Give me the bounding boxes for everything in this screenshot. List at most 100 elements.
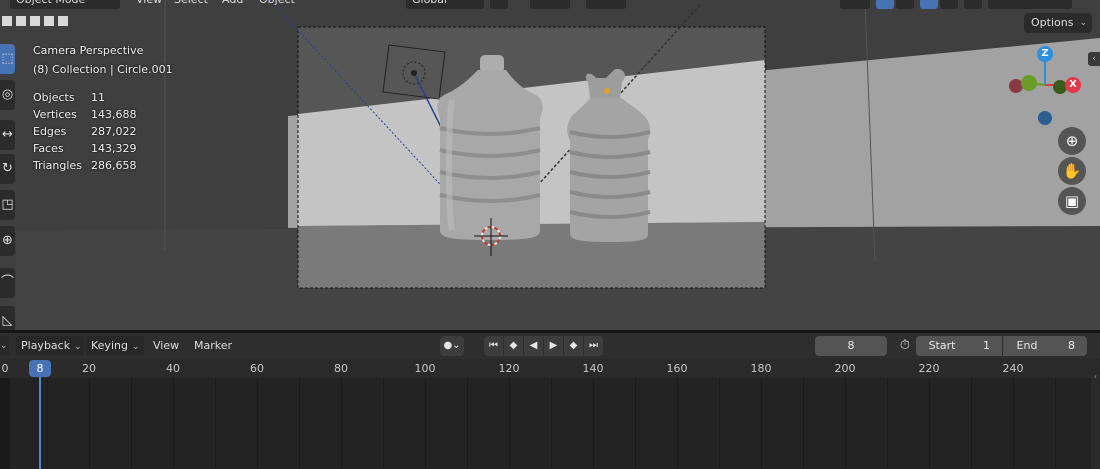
scale-icon[interactable]: ◳ (0, 190, 15, 220)
scene-statistics: Objects 11 Vertices 143,688 Edges 287,02… (33, 91, 173, 181)
timeline-gridline (929, 378, 930, 469)
stat-value: 287,022 (91, 125, 137, 138)
timeline-gridline (383, 378, 384, 469)
stat-name: Objects (33, 91, 75, 104)
cursor-icon[interactable]: ◎ (0, 80, 15, 110)
pivot-icon[interactable] (490, 0, 508, 9)
select-mode-new-icon[interactable] (2, 16, 12, 26)
shading-modes[interactable] (988, 0, 1072, 9)
menu-view[interactable]: View (148, 336, 184, 356)
xray-icon[interactable] (964, 0, 982, 9)
annotate-icon[interactable]: ⌒ (0, 268, 15, 298)
timeline-gridline (131, 378, 132, 469)
ruler-tick-label: 20 (82, 362, 96, 375)
end-frame-field[interactable]: End 8 (1003, 336, 1087, 356)
menu-playback-label: Playback (21, 339, 71, 352)
timeline-header: ⌄ Playback ⌄ Keying ⌄ View Marker ●⌄ ⏮ ◆ ◀… (0, 333, 1100, 359)
rotate-icon[interactable]: ↻ (0, 154, 15, 184)
sidebar-toggle-icon[interactable]: ‹ (1088, 52, 1100, 66)
select-box-icon[interactable]: ⬚ (0, 44, 15, 74)
pan-hand-icon[interactable]: ✋ (1058, 157, 1086, 185)
timeline-gridline (635, 378, 636, 469)
menu-keying[interactable]: Keying ⌄ (86, 336, 144, 356)
stopwatch-icon[interactable]: ⏱ (896, 336, 914, 356)
timeline-gridline (971, 378, 972, 469)
timeline-gridline (1055, 378, 1056, 469)
timeline-keyframe-area[interactable] (0, 378, 1100, 469)
chevron-down-icon: ⌄ (0, 341, 8, 351)
timeline-gridline (887, 378, 888, 469)
select-mode-invert-icon[interactable] (44, 16, 54, 26)
chevron-left-icon[interactable]: ‹ (1091, 372, 1100, 382)
stat-name: Faces (33, 142, 64, 155)
timeline-gridline (467, 378, 468, 469)
timeline-gridline (5, 378, 6, 469)
mode-dropdown[interactable]: Object Mode (10, 0, 120, 9)
gizmo-dropdown-icon[interactable] (896, 0, 914, 9)
select-mode-intersect-icon[interactable] (58, 16, 68, 26)
ruler-tick-label: 120 (498, 362, 520, 375)
view-name-text: Camera Perspective (33, 44, 144, 57)
jump-to-keyframe-next-icon[interactable]: ◆ (564, 336, 583, 356)
start-label: Start (928, 339, 956, 352)
menu-marker[interactable]: Marker (189, 336, 237, 356)
jump-to-start-icon[interactable]: ⏮ (484, 336, 503, 356)
options-dropdown[interactable]: Options ⌄ (1024, 13, 1092, 33)
current-frame-field[interactable]: 8 (815, 336, 887, 356)
menu-view[interactable]: View (136, 0, 162, 9)
gizmo-y-axis[interactable]: Y (1021, 75, 1037, 91)
select-mode-extend-icon[interactable] (16, 16, 26, 26)
overlays-dropdown-icon[interactable] (940, 0, 958, 9)
object-visibility-icon[interactable] (840, 0, 870, 9)
start-frame-field[interactable]: Start 1 (916, 336, 1002, 356)
menu-keying-label: Keying (91, 339, 128, 352)
transform-icon[interactable]: ⊕ (0, 226, 15, 256)
snap-icon[interactable] (530, 0, 570, 9)
proportional-edit-icon[interactable] (586, 0, 626, 9)
timeline-gridline (257, 378, 258, 469)
timeline-gridline (341, 378, 342, 469)
move-icon[interactable]: ↔ (0, 120, 15, 150)
ruler-tick-label: 200 (834, 362, 856, 375)
stat-value: 11 (91, 91, 105, 104)
timeline-gridline (1013, 378, 1014, 469)
timeline-gridline (761, 378, 762, 469)
select-mode-subtract-icon[interactable] (30, 16, 40, 26)
timeline-gridline (677, 378, 678, 469)
playhead-frame-indicator[interactable]: 8 (29, 360, 51, 377)
timeline-gridline (845, 378, 846, 469)
playhead-line[interactable] (39, 370, 41, 469)
overlays-toggle-icon[interactable] (920, 0, 938, 9)
start-value: 1 (983, 339, 990, 352)
ruler-tick-label: 40 (166, 362, 180, 375)
menu-playback[interactable]: Playback ⌄ (16, 336, 84, 356)
timeline-gridline (299, 378, 300, 469)
gizmo-toggle-icon[interactable] (876, 0, 894, 9)
menu-object[interactable]: Object (259, 0, 295, 9)
timeline-gridline (803, 378, 804, 469)
jump-to-keyframe-prev-icon[interactable]: ◆ (504, 336, 523, 356)
orientation-dropdown[interactable]: Global (406, 0, 484, 9)
frame-ruler[interactable]: 0 20 40 60 80 100 120 140 160 180 200 220 240 (0, 359, 1100, 378)
measure-icon[interactable]: ◺ (0, 306, 15, 330)
stat-name: Triangles (33, 159, 82, 172)
play-icon[interactable]: ▶ (544, 336, 563, 356)
3d-viewport[interactable]: Z X Y ⊕ ✋ ▣ Object Mode View Select Add … (0, 0, 1100, 330)
ruler-tick-label: 220 (918, 362, 940, 375)
camera-view-icon[interactable]: ▣ (1058, 187, 1086, 215)
stat-name: Vertices (33, 108, 77, 121)
menu-add[interactable]: Add (222, 0, 243, 9)
ruler-tick-label: 160 (666, 362, 688, 375)
jump-to-end-icon[interactable]: ⏭ (584, 336, 603, 356)
blender-window: Z X Y ⊕ ✋ ▣ Object Mode View Select Add … (0, 0, 1100, 469)
play-reverse-icon[interactable]: ◀ (524, 336, 543, 356)
timeline-gridline (173, 378, 174, 469)
timeline-gridline (215, 378, 216, 469)
zoom-icon[interactable]: ⊕ (1058, 127, 1086, 155)
auto-keying-record-icon[interactable]: ●⌄ (440, 336, 464, 356)
timeline-scroll-region[interactable]: ‹ (1091, 372, 1100, 469)
gizmo-x-axis[interactable]: X (1065, 77, 1081, 93)
menu-select[interactable]: Select (174, 0, 208, 9)
editor-type-dropdown[interactable]: ⌄ (0, 336, 9, 356)
gizmo-z-axis[interactable]: Z (1037, 46, 1053, 62)
